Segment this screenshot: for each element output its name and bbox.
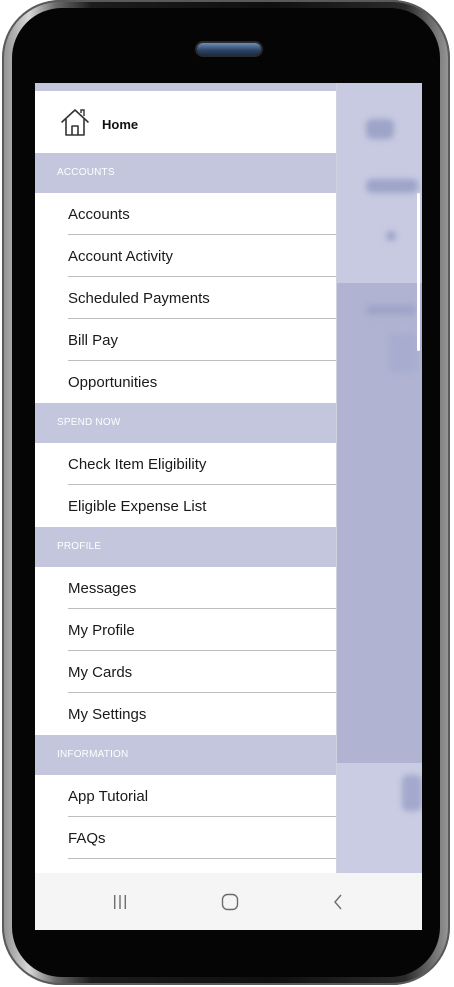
menu-item-app-tutorial[interactable]: App Tutorial (35, 775, 336, 817)
menu-item-check-item-eligibility[interactable]: Check Item Eligibility (35, 443, 336, 485)
menu-item-label: Eligible Expense List (68, 498, 207, 515)
menu-item-bill-pay[interactable]: Bill Pay (35, 319, 336, 361)
menu-item-label: Accounts (68, 206, 130, 223)
menu-item-label: FAQs (68, 830, 106, 847)
phone-speaker (197, 43, 261, 55)
menu-item-my-settings[interactable]: My Settings (35, 693, 336, 735)
system-nav-bar (35, 873, 422, 930)
nav-home-icon (220, 892, 240, 912)
background-menu-blur (366, 119, 394, 139)
section-header-spend-now: SPEND NOW (35, 403, 336, 443)
recent-apps-icon (111, 893, 129, 911)
menu-item-label: Messages (68, 580, 137, 597)
back-button[interactable] (293, 873, 383, 930)
menu-item-label: My Cards (68, 664, 133, 681)
menu-item-opportunities[interactable]: Opportunities (35, 361, 336, 403)
background-subtitle-blur (366, 305, 416, 315)
background-app-dimmed[interactable] (336, 83, 422, 873)
background-button-blur (402, 775, 422, 811)
background-dot-blur (386, 231, 396, 241)
menu-item-label: Scheduled Payments (68, 290, 210, 307)
back-icon (331, 893, 345, 911)
background-title-blur (366, 179, 418, 193)
section-header-profile: PROFILE (35, 527, 336, 567)
home-label: Home (102, 117, 139, 132)
nav-home-button[interactable] (185, 873, 275, 930)
menu-item-label: Check Item Eligibility (68, 456, 207, 473)
drawer-home-item[interactable]: Home (35, 91, 336, 153)
recent-apps-button[interactable] (75, 873, 165, 930)
menu-item-accounts[interactable]: Accounts (35, 193, 336, 235)
menu-item-label: Bill Pay (68, 332, 119, 349)
menu-item-label: My Profile (68, 622, 135, 639)
section-header-accounts: ACCOUNTS (35, 153, 336, 193)
menu-item-my-cards[interactable]: My Cards (35, 651, 336, 693)
menu-item-label: Opportunities (68, 374, 158, 391)
menu-item-scheduled-payments[interactable]: Scheduled Payments (35, 277, 336, 319)
home-icon (59, 106, 91, 138)
menu-item-label: My Settings (68, 706, 147, 723)
menu-item-eligible-expense-list[interactable]: Eligible Expense List (35, 485, 336, 527)
phone-screen: Home ACCOUNTS Accounts Account Activity … (35, 83, 422, 930)
background-text-blur (388, 333, 418, 373)
navigation-drawer: Home ACCOUNTS Accounts Account Activity … (35, 83, 337, 873)
drawer-top-strip (35, 83, 336, 91)
menu-item-faqs[interactable]: FAQs (35, 817, 336, 859)
menu-item-account-activity[interactable]: Account Activity (35, 235, 336, 277)
background-scroll-indicator (417, 193, 420, 351)
menu-item-label: App Tutorial (68, 788, 149, 805)
menu-item-label: Account Activity (68, 248, 174, 265)
menu-item-my-profile[interactable]: My Profile (35, 609, 336, 651)
menu-item-messages[interactable]: Messages (35, 567, 336, 609)
divider (68, 858, 336, 859)
section-header-information: INFORMATION (35, 735, 336, 775)
